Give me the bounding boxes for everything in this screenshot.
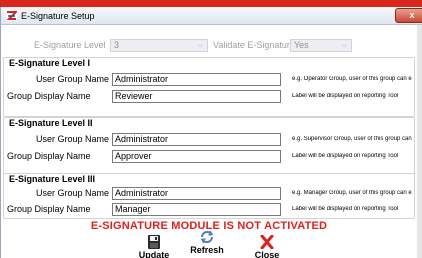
close-icon: x — [409, 10, 415, 20]
update-button[interactable]: Update — [132, 235, 176, 258]
user-group-hint: e.g. Operator Group, user of this group … — [292, 76, 412, 82]
group-display-hint: Label will be displayed on reporting Too… — [292, 153, 399, 159]
refresh-icon — [200, 230, 214, 244]
section-title: E-Signature Level I — [9, 58, 91, 68]
window-close-button[interactable]: x — [395, 8, 422, 23]
user-group-name-input[interactable]: Administrator — [112, 187, 281, 200]
vertical-scrollbar[interactable] — [417, 25, 422, 258]
window-title: E-Signature Setup — [21, 11, 95, 21]
group-display-name-input[interactable]: Manager — [112, 203, 281, 216]
title-bar: E-Signature Setup x — [1, 7, 422, 25]
top-red-strip — [0, 0, 422, 7]
group-display-hint: Label will be displayed on reporting Too… — [292, 206, 399, 212]
user-group-name-label: User Group Name — [36, 134, 110, 144]
group-display-name-label: Group Display Name — [7, 151, 91, 161]
user-group-hint: e.g. Supervisor Group, user of this grou… — [292, 136, 412, 142]
validate-e-signature-label: Validate E-Signature — [213, 40, 295, 50]
user-group-hint: e.g. Manager Group, user of this group c… — [292, 190, 412, 196]
app-logo-icon — [6, 10, 17, 21]
e-signature-level-label: E-Signature Level — [34, 40, 106, 50]
e-signature-level-1-section: E-Signature Level I User Group Name Admi… — [3, 57, 415, 117]
refresh-button[interactable]: Refresh — [185, 230, 229, 255]
group-display-name-input[interactable]: Approver — [112, 150, 281, 163]
e-signature-level-3-section: E-Signature Level III User Group Name Ad… — [3, 173, 415, 219]
update-label: Update — [138, 250, 170, 258]
close-button[interactable]: Close — [245, 235, 289, 258]
validate-e-signature-value: Yes — [294, 40, 309, 50]
user-group-name-input[interactable]: Administrator — [112, 133, 281, 146]
section-title: E-Signature Level II — [9, 118, 93, 128]
section-title: E-Signature Level III — [9, 174, 96, 184]
group-display-name-label: Group Display Name — [7, 204, 91, 214]
e-signature-level-2-section: E-Signature Level II User Group Name Adm… — [3, 117, 415, 177]
e-signature-level-select: 3 ⌵ — [110, 39, 208, 52]
floppy-disk-icon — [148, 235, 160, 249]
group-display-name-input[interactable]: Reviewer — [112, 90, 281, 103]
user-group-name-label: User Group Name — [36, 188, 110, 198]
close-label: Close — [254, 250, 280, 258]
refresh-label: Refresh — [190, 245, 224, 255]
user-group-name-input[interactable]: Administrator — [112, 73, 281, 86]
chevron-down-icon: ⌵ — [197, 42, 203, 49]
group-display-name-label: Group Display Name — [7, 91, 91, 101]
e-signature-level-value: 3 — [114, 40, 120, 50]
main-panel: E-Signature Level 3 ⌵ Validate E-Signatu… — [1, 25, 417, 258]
e-signature-setup-window: E-Signature Setup x E-Signature Level 3 … — [0, 7, 422, 258]
red-x-icon — [260, 235, 274, 249]
user-group-name-label: User Group Name — [36, 74, 110, 84]
validate-e-signature-select: Yes ⌵ — [290, 39, 352, 52]
group-display-hint: Label will be displayed on reporting Too… — [292, 93, 399, 99]
chevron-down-icon: ⌵ — [341, 42, 347, 49]
